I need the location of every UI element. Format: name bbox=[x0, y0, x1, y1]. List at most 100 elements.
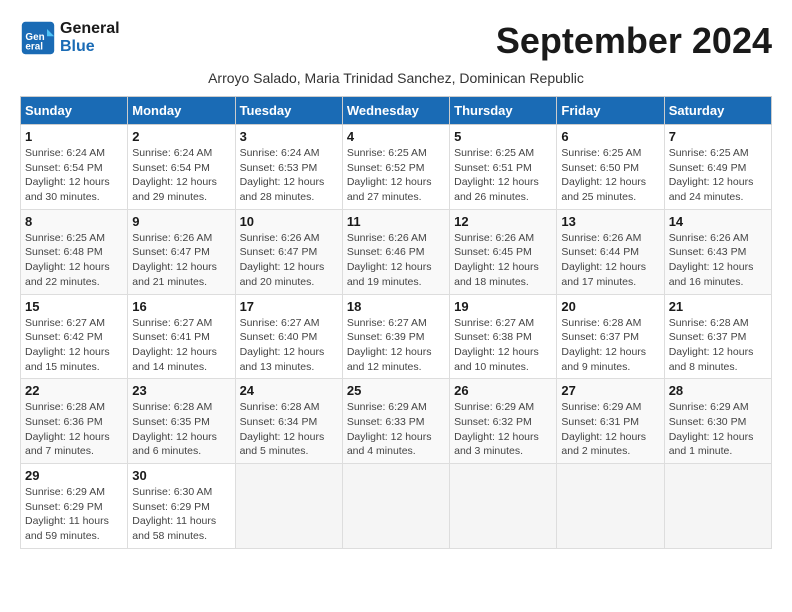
calendar-cell: 1 Sunrise: 6:24 AM Sunset: 6:54 PM Daylig… bbox=[21, 125, 128, 210]
day-number: 25 bbox=[347, 383, 445, 398]
header-friday: Friday bbox=[557, 97, 664, 125]
calendar-cell: 30 Sunrise: 6:30 AM Sunset: 6:29 PM Dayli… bbox=[128, 464, 235, 549]
calendar-cell: 17Sunrise: 6:27 AM Sunset: 6:40 PM Dayli… bbox=[235, 294, 342, 379]
calendar-table: Sunday Monday Tuesday Wednesday Thursday… bbox=[20, 96, 772, 549]
calendar-cell: 6 Sunrise: 6:25 AM Sunset: 6:50 PM Daylig… bbox=[557, 125, 664, 210]
day-info: Sunrise: 6:28 AM Sunset: 6:35 PM Dayligh… bbox=[132, 400, 230, 459]
day-number: 2 bbox=[132, 129, 230, 144]
day-number: 7 bbox=[669, 129, 767, 144]
day-info: Sunrise: 6:26 AM Sunset: 6:46 PM Dayligh… bbox=[347, 231, 445, 290]
day-number: 28 bbox=[669, 383, 767, 398]
calendar-cell bbox=[450, 464, 557, 549]
calendar-week-row: 29 Sunrise: 6:29 AM Sunset: 6:29 PM Dayli… bbox=[21, 464, 772, 549]
day-info: Sunrise: 6:26 AM Sunset: 6:47 PM Dayligh… bbox=[240, 231, 338, 290]
day-info: Sunrise: 6:29 AM Sunset: 6:29 PM Dayligh… bbox=[25, 485, 123, 544]
calendar-cell: 19 Sunrise: 6:27 AM Sunset: 6:38 PM Dayli… bbox=[450, 294, 557, 379]
calendar-cell: 11 Sunrise: 6:26 AM Sunset: 6:46 PM Dayli… bbox=[342, 209, 449, 294]
day-info: Sunrise: 6:24 AM Sunset: 6:54 PM Dayligh… bbox=[25, 146, 123, 205]
calendar-cell: 23 Sunrise: 6:28 AM Sunset: 6:35 PM Dayli… bbox=[128, 379, 235, 464]
calendar-cell: 24Sunrise: 6:28 AM Sunset: 6:34 PM Dayli… bbox=[235, 379, 342, 464]
calendar-cell: 4 Sunrise: 6:25 AM Sunset: 6:52 PM Daylig… bbox=[342, 125, 449, 210]
day-number: 12 bbox=[454, 214, 552, 229]
header-monday: Monday bbox=[128, 97, 235, 125]
month-year-title: September 2024 bbox=[496, 20, 772, 62]
calendar-cell: 22 Sunrise: 6:28 AM Sunset: 6:36 PM Dayli… bbox=[21, 379, 128, 464]
calendar-week-row: 22 Sunrise: 6:28 AM Sunset: 6:36 PM Dayli… bbox=[21, 379, 772, 464]
day-info: Sunrise: 6:28 AM Sunset: 6:37 PM Dayligh… bbox=[669, 316, 767, 375]
day-info: Sunrise: 6:27 AM Sunset: 6:41 PM Dayligh… bbox=[132, 316, 230, 375]
day-info: Sunrise: 6:29 AM Sunset: 6:30 PM Dayligh… bbox=[669, 400, 767, 459]
calendar-cell: 29 Sunrise: 6:29 AM Sunset: 6:29 PM Dayli… bbox=[21, 464, 128, 549]
day-info: Sunrise: 6:26 AM Sunset: 6:47 PM Dayligh… bbox=[132, 231, 230, 290]
day-info: Sunrise: 6:29 AM Sunset: 6:33 PM Dayligh… bbox=[347, 400, 445, 459]
calendar-cell: 25 Sunrise: 6:29 AM Sunset: 6:33 PM Dayli… bbox=[342, 379, 449, 464]
day-number: 13 bbox=[561, 214, 659, 229]
day-info: Sunrise: 6:27 AM Sunset: 6:39 PM Dayligh… bbox=[347, 316, 445, 375]
calendar-cell: 13 Sunrise: 6:26 AM Sunset: 6:44 PM Dayli… bbox=[557, 209, 664, 294]
day-number: 6 bbox=[561, 129, 659, 144]
calendar-cell bbox=[664, 464, 771, 549]
day-number: 10 bbox=[240, 214, 338, 229]
day-number: 16 bbox=[132, 299, 230, 314]
calendar-cell: 26Sunrise: 6:29 AM Sunset: 6:32 PM Dayli… bbox=[450, 379, 557, 464]
calendar-cell bbox=[235, 464, 342, 549]
day-number: 1 bbox=[25, 129, 123, 144]
day-info: Sunrise: 6:25 AM Sunset: 6:52 PM Dayligh… bbox=[347, 146, 445, 205]
subtitle: Arroyo Salado, Maria Trinidad Sanchez, D… bbox=[20, 70, 772, 86]
day-info: Sunrise: 6:25 AM Sunset: 6:51 PM Dayligh… bbox=[454, 146, 552, 205]
calendar-cell: 14Sunrise: 6:26 AM Sunset: 6:43 PM Dayli… bbox=[664, 209, 771, 294]
header-saturday: Saturday bbox=[664, 97, 771, 125]
day-info: Sunrise: 6:25 AM Sunset: 6:50 PM Dayligh… bbox=[561, 146, 659, 205]
day-number: 29 bbox=[25, 468, 123, 483]
calendar-cell: 18Sunrise: 6:27 AM Sunset: 6:39 PM Dayli… bbox=[342, 294, 449, 379]
logo-text-line2: Blue bbox=[60, 38, 120, 56]
day-number: 20 bbox=[561, 299, 659, 314]
day-info: Sunrise: 6:24 AM Sunset: 6:53 PM Dayligh… bbox=[240, 146, 338, 205]
day-info: Sunrise: 6:24 AM Sunset: 6:54 PM Dayligh… bbox=[132, 146, 230, 205]
day-info: Sunrise: 6:26 AM Sunset: 6:45 PM Dayligh… bbox=[454, 231, 552, 290]
header-sunday: Sunday bbox=[21, 97, 128, 125]
calendar-cell: 16 Sunrise: 6:27 AM Sunset: 6:41 PM Dayli… bbox=[128, 294, 235, 379]
calendar-cell: 28 Sunrise: 6:29 AM Sunset: 6:30 PM Dayli… bbox=[664, 379, 771, 464]
calendar-week-row: 1 Sunrise: 6:24 AM Sunset: 6:54 PM Daylig… bbox=[21, 125, 772, 210]
header-wednesday: Wednesday bbox=[342, 97, 449, 125]
calendar-cell: 7Sunrise: 6:25 AM Sunset: 6:49 PM Daylig… bbox=[664, 125, 771, 210]
day-number: 30 bbox=[132, 468, 230, 483]
day-number: 23 bbox=[132, 383, 230, 398]
day-number: 19 bbox=[454, 299, 552, 314]
header-thursday: Thursday bbox=[450, 97, 557, 125]
day-number: 5 bbox=[454, 129, 552, 144]
header-tuesday: Tuesday bbox=[235, 97, 342, 125]
day-info: Sunrise: 6:29 AM Sunset: 6:31 PM Dayligh… bbox=[561, 400, 659, 459]
day-number: 3 bbox=[240, 129, 338, 144]
logo-icon: Gen eral bbox=[20, 20, 56, 56]
calendar-cell: 2 Sunrise: 6:24 AM Sunset: 6:54 PM Daylig… bbox=[128, 125, 235, 210]
calendar-cell: 5 Sunrise: 6:25 AM Sunset: 6:51 PM Daylig… bbox=[450, 125, 557, 210]
calendar-cell: 10 Sunrise: 6:26 AM Sunset: 6:47 PM Dayli… bbox=[235, 209, 342, 294]
day-number: 15 bbox=[25, 299, 123, 314]
day-info: Sunrise: 6:26 AM Sunset: 6:44 PM Dayligh… bbox=[561, 231, 659, 290]
day-info: Sunrise: 6:27 AM Sunset: 6:40 PM Dayligh… bbox=[240, 316, 338, 375]
day-info: Sunrise: 6:30 AM Sunset: 6:29 PM Dayligh… bbox=[132, 485, 230, 544]
calendar-cell: 12 Sunrise: 6:26 AM Sunset: 6:45 PM Dayli… bbox=[450, 209, 557, 294]
calendar-cell bbox=[557, 464, 664, 549]
day-info: Sunrise: 6:28 AM Sunset: 6:37 PM Dayligh… bbox=[561, 316, 659, 375]
day-info: Sunrise: 6:29 AM Sunset: 6:32 PM Dayligh… bbox=[454, 400, 552, 459]
calendar-cell: 3 Sunrise: 6:24 AM Sunset: 6:53 PM Daylig… bbox=[235, 125, 342, 210]
day-info: Sunrise: 6:28 AM Sunset: 6:36 PM Dayligh… bbox=[25, 400, 123, 459]
day-number: 4 bbox=[347, 129, 445, 144]
calendar-cell: 21Sunrise: 6:28 AM Sunset: 6:37 PM Dayli… bbox=[664, 294, 771, 379]
logo-text-line1: General bbox=[60, 20, 120, 38]
calendar-cell: 8 Sunrise: 6:25 AM Sunset: 6:48 PM Daylig… bbox=[21, 209, 128, 294]
day-info: Sunrise: 6:27 AM Sunset: 6:42 PM Dayligh… bbox=[25, 316, 123, 375]
day-number: 27 bbox=[561, 383, 659, 398]
calendar-cell: 20 Sunrise: 6:28 AM Sunset: 6:37 PM Dayli… bbox=[557, 294, 664, 379]
day-info: Sunrise: 6:25 AM Sunset: 6:48 PM Dayligh… bbox=[25, 231, 123, 290]
svg-text:eral: eral bbox=[25, 42, 43, 53]
day-number: 8 bbox=[25, 214, 123, 229]
days-header-row: Sunday Monday Tuesday Wednesday Thursday… bbox=[21, 97, 772, 125]
day-number: 11 bbox=[347, 214, 445, 229]
day-number: 22 bbox=[25, 383, 123, 398]
calendar-cell: 9Sunrise: 6:26 AM Sunset: 6:47 PM Daylig… bbox=[128, 209, 235, 294]
day-info: Sunrise: 6:27 AM Sunset: 6:38 PM Dayligh… bbox=[454, 316, 552, 375]
